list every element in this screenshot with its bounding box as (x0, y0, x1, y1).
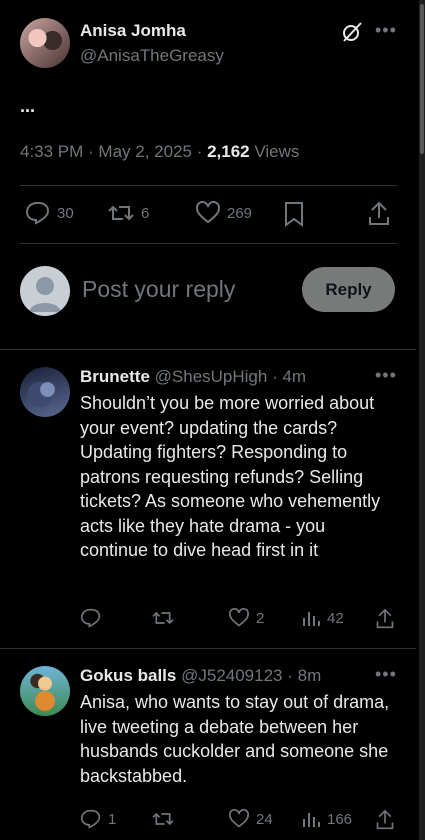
author-avatar[interactable] (20, 18, 70, 68)
reply-action[interactable] (80, 608, 108, 628)
scrollbar[interactable] (419, 0, 425, 840)
repost-icon (107, 201, 135, 225)
author-name[interactable]: Anisa Jomha (80, 21, 186, 41)
like-action[interactable]: 269 (195, 201, 252, 225)
share-icon (375, 608, 395, 630)
more-options-icon[interactable]: ••• (375, 664, 397, 685)
share-icon (367, 201, 391, 227)
views-icon (301, 809, 321, 829)
reply-age[interactable]: 8m (298, 666, 322, 685)
divider (0, 349, 416, 350)
repost-icon (151, 809, 175, 829)
author-handle[interactable]: @AnisaTheGreasy (80, 46, 224, 66)
repost-action[interactable] (151, 608, 181, 628)
reply-actions: 1 24 166 (80, 809, 400, 835)
reply-avatar[interactable] (20, 367, 70, 417)
repost-icon (151, 608, 175, 628)
reply-header: Gokus balls @J52409123 · 8m (80, 666, 322, 685)
more-options-icon[interactable]: ••• (375, 20, 397, 41)
like-count: 269 (227, 204, 253, 222)
tweet-meta: 4:33 PM · May 2, 2025 · 2,162 Views (20, 142, 300, 161)
share-icon (375, 809, 395, 831)
reply-count: 30 (57, 204, 74, 222)
like-count: 2 (256, 609, 265, 627)
reply-input[interactable]: Post your reply (82, 276, 235, 303)
repost-action[interactable]: 6 (107, 201, 149, 225)
reply-author-name[interactable]: Gokus balls (80, 666, 176, 685)
views-label: Views (254, 142, 300, 161)
heart-icon (228, 809, 250, 829)
bookmark-icon (283, 201, 305, 227)
reply-author-name[interactable]: Brunette (80, 367, 150, 386)
grok-icon[interactable] (341, 21, 363, 43)
views-count: 2,162 (207, 142, 250, 161)
divider (20, 185, 397, 186)
scrollbar-thumb[interactable] (420, 4, 424, 154)
reply-text: Anisa, who wants to stay out of drama, l… (80, 692, 390, 786)
divider (20, 243, 397, 244)
like-count: 24 (256, 810, 273, 828)
user-avatar[interactable] (20, 266, 70, 316)
tweet-text: ... (20, 96, 36, 116)
heart-icon (195, 201, 221, 225)
repost-count: 6 (141, 204, 150, 222)
heart-icon (228, 608, 250, 628)
reply-author-handle[interactable]: @ShesUpHigh (155, 367, 268, 386)
reply-avatar[interactable] (20, 666, 70, 716)
views-count: 166 (327, 810, 353, 828)
share-action[interactable] (375, 809, 395, 831)
reply-actions: 2 42 (80, 608, 400, 634)
views-action[interactable]: 166 (301, 809, 352, 829)
divider (0, 648, 416, 649)
more-options-icon[interactable]: ••• (375, 365, 397, 386)
share-action[interactable] (375, 608, 395, 630)
tweet-time[interactable]: 4:33 PM (20, 142, 83, 161)
reply-action[interactable]: 30 (25, 201, 74, 225)
views-icon (301, 608, 321, 628)
tweet-date[interactable]: May 2, 2025 (98, 142, 192, 161)
reply-action[interactable]: 1 (80, 809, 116, 829)
reply-icon (80, 608, 102, 628)
views-count: 42 (327, 609, 344, 627)
share-action[interactable] (367, 201, 391, 227)
reply-author-handle[interactable]: @J52409123 (181, 666, 282, 685)
reply-button[interactable]: Reply (302, 267, 395, 312)
reply-count: 1 (108, 810, 117, 828)
like-action[interactable]: 2 (228, 608, 264, 628)
like-action[interactable]: 24 (228, 809, 273, 829)
repost-action[interactable] (151, 809, 181, 829)
tweet-actions: 30 6 269 (25, 201, 395, 231)
bookmark-action[interactable] (283, 201, 305, 227)
reply-icon (25, 201, 51, 225)
views-action[interactable]: 42 (301, 608, 344, 628)
reply-icon (80, 809, 102, 829)
reply-text: Shouldn’t you be more worried about your… (80, 393, 381, 560)
reply-header: Brunette @ShesUpHigh · 4m (80, 367, 307, 386)
reply-age[interactable]: 4m (282, 367, 306, 386)
